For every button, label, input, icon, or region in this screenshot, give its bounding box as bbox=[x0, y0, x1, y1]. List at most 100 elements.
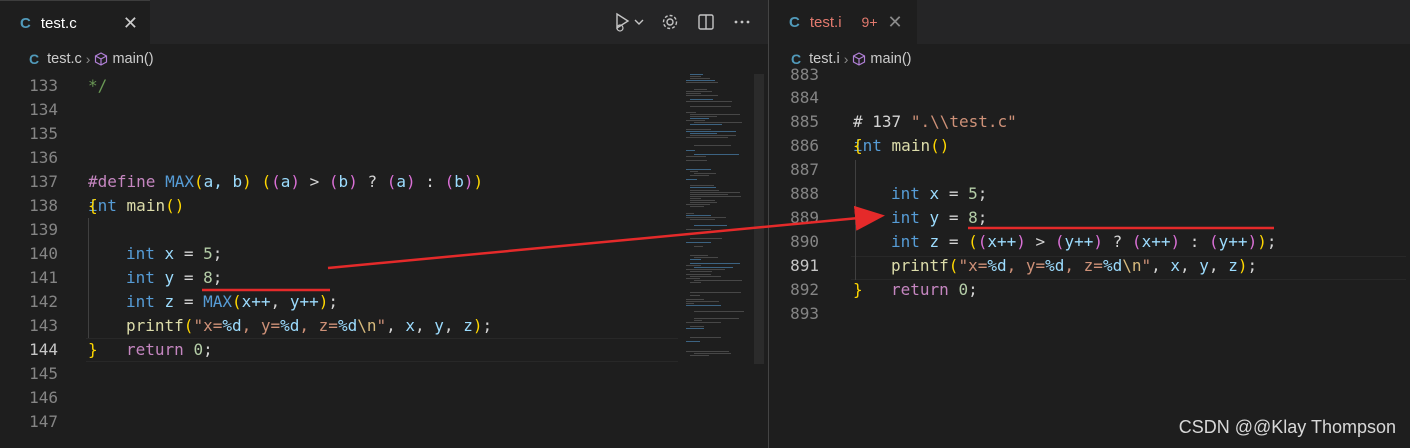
minimap-row bbox=[694, 256, 718, 258]
minimap-row bbox=[686, 155, 706, 157]
minimap-row bbox=[690, 200, 715, 201]
line-number: 139 bbox=[29, 220, 58, 239]
minimap-row bbox=[686, 120, 705, 122]
line-number: 892 bbox=[790, 280, 819, 299]
minimap-row bbox=[686, 277, 700, 279]
left-tab-bar: C test.c ✕ bbox=[0, 0, 768, 45]
minimap-row bbox=[694, 88, 707, 90]
minimap-row bbox=[694, 279, 742, 281]
gear-icon[interactable] bbox=[660, 12, 680, 32]
minimap-row bbox=[686, 128, 711, 130]
minimap-row bbox=[686, 111, 696, 113]
chevron-right-icon: › bbox=[85, 51, 91, 67]
minimap-row bbox=[686, 305, 721, 306]
minimap-row bbox=[686, 82, 718, 84]
minimap-row bbox=[686, 216, 726, 218]
minimap-row bbox=[690, 326, 704, 327]
minimap-row bbox=[694, 172, 716, 174]
minimap-row bbox=[690, 191, 740, 193]
line-number: 136 bbox=[29, 148, 58, 167]
line-number-active: 144 bbox=[29, 340, 58, 359]
tab-test-c[interactable]: C test.c ✕ bbox=[0, 0, 150, 45]
minimap-row bbox=[686, 130, 736, 132]
breadcrumb-symbol[interactable]: main() bbox=[112, 51, 153, 67]
tab-label: test.i bbox=[809, 13, 842, 31]
minimap-row bbox=[694, 319, 702, 321]
minimap-row bbox=[686, 92, 701, 94]
line-number: 146 bbox=[29, 388, 58, 407]
tab-test-i[interactable]: C test.i 9+ ✕ bbox=[769, 0, 917, 44]
minimap-row bbox=[686, 351, 729, 353]
code-editor[interactable]: 133 */ 134 135 136 #define MAX(a, b) ((a)… bbox=[0, 74, 768, 448]
minimap-row bbox=[694, 311, 744, 313]
code-brace: } bbox=[88, 340, 98, 359]
minimap-row bbox=[690, 355, 709, 357]
split-editor-icon[interactable] bbox=[696, 12, 716, 32]
line-number: 147 bbox=[29, 412, 58, 431]
more-actions-icon[interactable] bbox=[732, 12, 752, 32]
minimap-row bbox=[686, 137, 728, 138]
line-number: 135 bbox=[29, 124, 58, 143]
minimap-row bbox=[686, 340, 700, 342]
minimap-row bbox=[686, 95, 718, 96]
left-scrollbar[interactable] bbox=[752, 74, 766, 448]
c-language-icon: C bbox=[20, 14, 31, 32]
minimap-row bbox=[690, 258, 701, 260]
minimap-row bbox=[694, 145, 731, 147]
minimap-row bbox=[686, 160, 707, 162]
code-brace: { bbox=[853, 136, 863, 155]
minimap-row bbox=[690, 99, 713, 101]
breadcrumb: C test.c › main() bbox=[0, 44, 768, 74]
right-tab-bar: C test.i 9+ ✕ bbox=[769, 0, 1410, 44]
minimap-row bbox=[690, 275, 721, 277]
minimap-row bbox=[690, 132, 717, 134]
minimap-row bbox=[690, 237, 722, 239]
minimap-row bbox=[690, 195, 741, 197]
line-number: 133 bbox=[29, 76, 58, 95]
minimap-row bbox=[690, 281, 701, 283]
minimap-row bbox=[690, 271, 712, 273]
minimap-row bbox=[686, 321, 721, 323]
minimap-row bbox=[694, 153, 739, 155]
minimap-row bbox=[690, 76, 701, 78]
watermark: CSDN @@Klay Thompson bbox=[1178, 417, 1396, 437]
minimap-row bbox=[686, 90, 712, 92]
code-editor[interactable]: 883 884 # 137 ".\\test.c" 885 int main()… bbox=[769, 64, 1410, 448]
close-icon[interactable]: ✕ bbox=[888, 12, 903, 33]
line-number: 890 bbox=[790, 232, 819, 251]
minimap-row bbox=[690, 187, 716, 189]
line-number: 887 bbox=[790, 160, 819, 179]
line-number-active: 891 bbox=[790, 256, 819, 275]
minimap-row bbox=[690, 218, 715, 220]
minimap-row bbox=[690, 292, 741, 294]
minimap-row bbox=[694, 267, 733, 269]
line-number: 143 bbox=[29, 316, 58, 335]
minimap-row bbox=[690, 263, 740, 264]
line-number: 884 bbox=[790, 88, 819, 107]
code-brace: } bbox=[853, 280, 863, 299]
right-editor-group: C test.i 9+ ✕ C test.i › main() 883 884 … bbox=[769, 0, 1410, 448]
minimap-row bbox=[690, 294, 700, 296]
close-icon[interactable]: ✕ bbox=[123, 13, 138, 34]
scroll-thumb[interactable] bbox=[754, 74, 764, 364]
minimap-row bbox=[686, 212, 694, 214]
line-number: 137 bbox=[29, 172, 58, 191]
line-number: 886 bbox=[790, 136, 819, 155]
minimap-row bbox=[694, 353, 731, 355]
minimap-row bbox=[694, 246, 703, 248]
breadcrumb-file[interactable]: test.c bbox=[47, 51, 82, 67]
line-number: 888 bbox=[790, 184, 819, 203]
minimap-row bbox=[690, 197, 701, 199]
run-debug-icon[interactable] bbox=[614, 12, 644, 32]
code-brace: { bbox=[88, 196, 98, 215]
function-cube-icon bbox=[95, 52, 108, 66]
minimap-row bbox=[690, 118, 709, 120]
minimap-row bbox=[690, 113, 740, 115]
minimap-row bbox=[686, 168, 711, 170]
line-number: 141 bbox=[29, 268, 58, 287]
minimap-row bbox=[690, 105, 731, 107]
minimap-row bbox=[690, 189, 719, 191]
minimap-row bbox=[690, 206, 704, 208]
minimap[interactable] bbox=[684, 74, 752, 364]
minimap-row bbox=[686, 214, 711, 216]
